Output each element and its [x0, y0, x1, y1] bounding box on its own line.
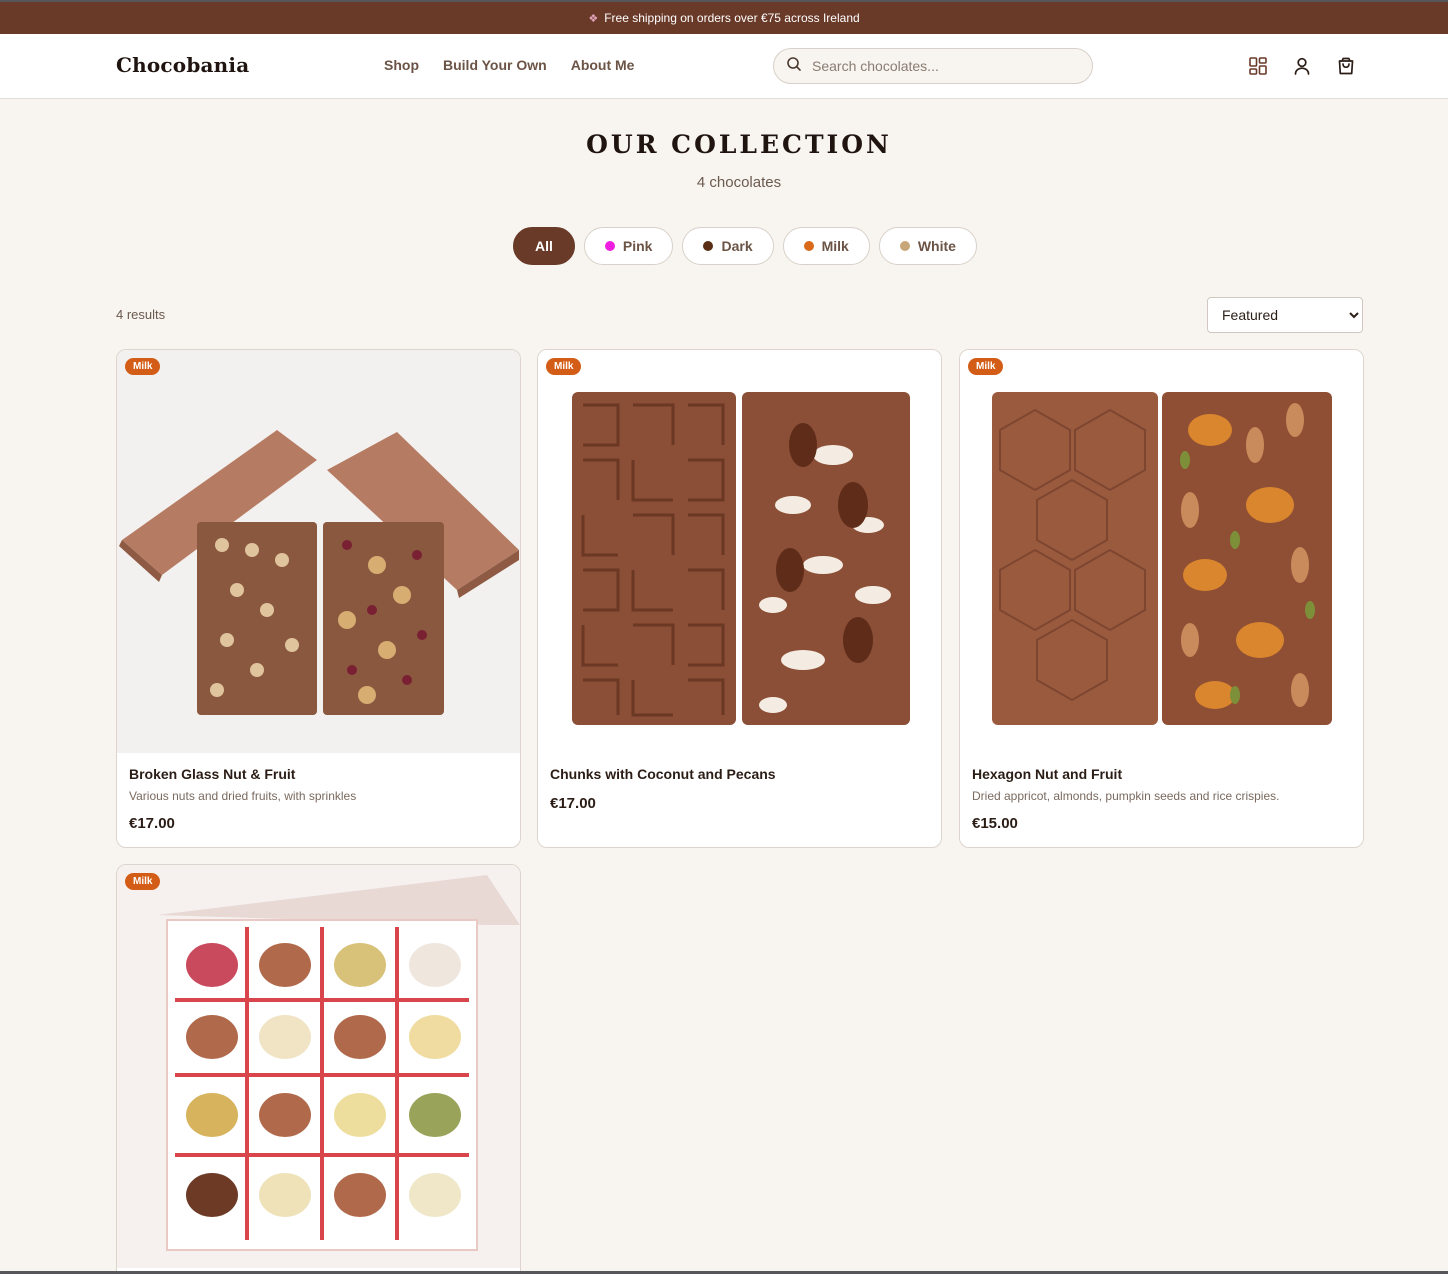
product-name[interactable]: Chunks with Coconut and Pecans: [550, 766, 776, 782]
product-card[interactable]: Milk Hexagon Nut and Fruit Dried apprico…: [959, 349, 1364, 848]
filter-pink-label: Pink: [622, 238, 653, 254]
product-image[interactable]: Milk: [117, 865, 520, 1268]
filter-all-label: All: [535, 238, 553, 254]
category-badge: Milk: [125, 873, 161, 890]
product-description: Dried appricot, almonds, pumpkin seeds a…: [972, 789, 1280, 803]
search-input[interactable]: [812, 58, 1072, 74]
sort-select[interactable]: Featured: [1207, 297, 1363, 333]
results-count: 4 results: [116, 307, 166, 322]
dark-dot-icon: [703, 241, 714, 251]
page-subtitle: 4 chocolates: [696, 174, 782, 191]
filter-milk[interactable]: Milk: [782, 227, 870, 265]
pink-dot-icon: [604, 241, 615, 251]
header-icons: [1246, 54, 1358, 78]
site-header: Chocobania Shop Build Your Own About Me: [0, 34, 1448, 99]
filter-white[interactable]: White: [878, 227, 977, 265]
product-card[interactable]: Milk Chunks with Coconut and Pecans €17.…: [537, 349, 942, 848]
product-image[interactable]: Milk: [538, 350, 941, 753]
gift-icon: ❖: [588, 12, 599, 25]
category-badge: Milk: [546, 358, 582, 375]
product-image[interactable]: Milk: [117, 350, 520, 753]
product-card[interactable]: Milk: [116, 864, 521, 1274]
filter-pink[interactable]: Pink: [583, 227, 674, 265]
category-badge: Milk: [125, 358, 161, 375]
milk-dot-icon: [803, 241, 814, 251]
product-name[interactable]: Hexagon Nut and Fruit: [972, 766, 1122, 782]
promo-banner: ❖ Free shipping on orders over €75 acros…: [0, 2, 1448, 34]
filter-pills: All Pink Dark Milk White: [513, 227, 977, 265]
shopping-bag-icon[interactable]: [1334, 54, 1358, 78]
promo-banner-text: Free shipping on orders over €75 across …: [604, 11, 860, 25]
product-price: €17.00: [550, 795, 596, 812]
filter-dark[interactable]: Dark: [682, 227, 774, 265]
product-name[interactable]: Broken Glass Nut & Fruit: [129, 766, 295, 782]
page-title: OUR COLLECTION: [586, 130, 892, 159]
site-logo[interactable]: Chocobania: [116, 53, 249, 77]
filter-dark-label: Dark: [721, 238, 753, 254]
product-price: €15.00: [972, 815, 1018, 832]
product-image[interactable]: Milk: [960, 350, 1363, 753]
product-card[interactable]: Milk Broken Glass Nut & Fruit Various nu…: [116, 349, 521, 848]
nav-about-me[interactable]: About Me: [571, 57, 635, 73]
user-icon[interactable]: [1290, 54, 1314, 78]
product-description: Various nuts and dried fruits, with spri…: [129, 789, 357, 803]
product-price: €17.00: [129, 815, 175, 832]
nav-build-your-own[interactable]: Build Your Own: [443, 57, 547, 73]
category-badge: Milk: [968, 358, 1004, 375]
search-box[interactable]: [773, 48, 1093, 84]
nav-shop[interactable]: Shop: [384, 57, 419, 73]
white-dot-icon: [899, 241, 910, 251]
filter-white-label: White: [917, 238, 956, 254]
grid-icon[interactable]: [1246, 54, 1270, 78]
search-icon: [786, 56, 802, 77]
main-nav: Shop Build Your Own About Me: [384, 57, 634, 73]
filter-milk-label: Milk: [821, 238, 849, 254]
filter-all[interactable]: All: [513, 227, 575, 265]
